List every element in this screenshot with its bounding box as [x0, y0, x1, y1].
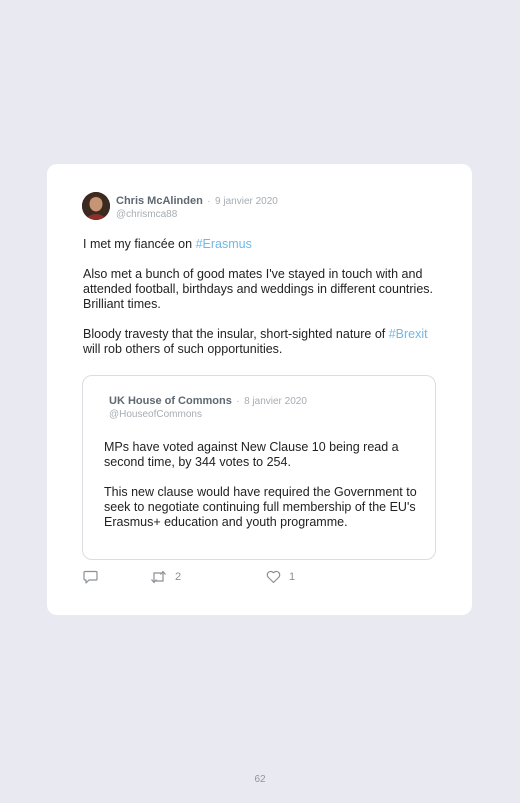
heart-icon — [266, 570, 281, 584]
avatar-photo-icon — [82, 192, 110, 220]
author-handle[interactable]: @chrismca88 — [116, 209, 278, 221]
like-button[interactable]: 1 — [266, 570, 295, 584]
tweet-text: will rob others of such opportunities. — [83, 342, 283, 356]
separator: · — [236, 396, 240, 407]
tweet-paragraph: Also met a bunch of good mates I've stay… — [83, 267, 433, 311]
hashtag-brexit[interactable]: #Brexit — [389, 327, 428, 341]
quoted-author-name[interactable]: UK House of Commons — [109, 395, 232, 407]
reply-icon — [83, 570, 98, 584]
tweet-card: Chris McAlinden · 9 janvier 2020 @chrism… — [47, 164, 472, 615]
retweet-count: 2 — [175, 571, 182, 583]
quoted-tweet-body: MPs have voted against New Clause 10 bei… — [104, 440, 419, 545]
separator: · — [207, 196, 211, 207]
tweet-date[interactable]: 9 janvier 2020 — [215, 196, 278, 207]
reply-button[interactable] — [83, 570, 98, 584]
quoted-tweet-date[interactable]: 8 janvier 2020 — [244, 396, 307, 407]
tweet-paragraph: I met my fiancée on #Erasmus — [83, 237, 433, 252]
hashtag-erasmus[interactable]: #Erasmus — [196, 237, 252, 251]
author-name[interactable]: Chris McAlinden — [116, 195, 203, 207]
tweet-text: I met my fiancée on — [83, 237, 196, 251]
tweet-header: Chris McAlinden · 9 janvier 2020 @chrism… — [116, 194, 278, 221]
avatar[interactable] — [82, 192, 110, 220]
tweet-actions: 2 1 — [83, 570, 383, 586]
page-number: 62 — [254, 774, 266, 785]
quoted-tweet-header: UK House of Commons · 8 janvier 2020 @Ho… — [109, 394, 307, 421]
tweet-body: I met my fiancée on #Erasmus Also met a … — [83, 237, 433, 372]
retweet-button[interactable]: 2 — [150, 570, 181, 584]
tweet-text: Bloody travesty that the insular, short-… — [83, 327, 389, 341]
quoted-author-handle[interactable]: @HouseofCommons — [109, 409, 307, 421]
quoted-paragraph: MPs have voted against New Clause 10 bei… — [104, 440, 399, 469]
retweet-icon — [151, 570, 166, 584]
quoted-paragraph: This new clause would have required the … — [104, 485, 417, 529]
tweet-paragraph: Bloody travesty that the insular, short-… — [83, 327, 433, 357]
like-count: 1 — [289, 571, 296, 583]
quoted-tweet[interactable]: UK House of Commons · 8 janvier 2020 @Ho… — [82, 375, 436, 560]
